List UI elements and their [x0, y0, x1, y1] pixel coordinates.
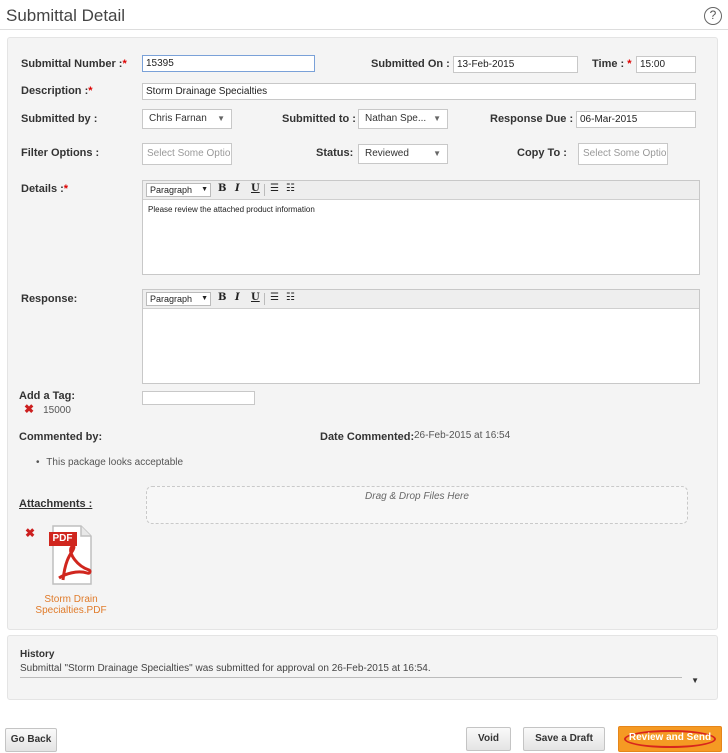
response-editor[interactable]: Paragraph ▼ B I U ☰ ☷ [142, 289, 700, 384]
file-name-line-2: Specialties.PDF [35, 605, 107, 616]
response-due-input[interactable]: 06-Mar-2015 [576, 111, 696, 128]
bullet-list-icon[interactable]: ☰ [270, 183, 279, 194]
underline-icon[interactable]: U [251, 292, 260, 303]
remove-tag-icon[interactable]: ✖ [24, 402, 34, 416]
toolbar-divider [264, 293, 265, 305]
copy-to-multiselect[interactable]: Select Some Optio [578, 143, 668, 165]
details-editor-content[interactable]: Please review the attached product infor… [148, 205, 315, 214]
void-button[interactable]: Void [466, 727, 511, 751]
chevron-down-icon[interactable]: ▼ [691, 676, 699, 685]
paragraph-format-value: Paragraph [150, 294, 193, 304]
submitted-on-label: Submitted On : * [371, 58, 457, 70]
paragraph-format-select[interactable]: Paragraph ▼ [146, 292, 211, 306]
filter-options-label: Filter Options : [21, 147, 100, 159]
chevron-down-icon: ▼ [201, 295, 208, 302]
bold-icon[interactable]: B [218, 292, 226, 303]
filter-options-multiselect[interactable]: Select Some Optio [142, 143, 232, 165]
paragraph-format-value: Paragraph [150, 185, 193, 195]
add-tag-input[interactable] [142, 391, 255, 405]
italic-icon[interactable]: I [235, 292, 240, 303]
response-label: Response: [21, 293, 78, 305]
details-editor[interactable]: Paragraph ▼ B I U ☰ ☷ Please review the … [142, 180, 700, 275]
numbered-list-icon[interactable]: ☷ [286, 183, 295, 194]
remove-attachment-icon[interactable]: ✖ [25, 526, 35, 540]
response-editor-toolbar: Paragraph ▼ B I U ☰ ☷ [143, 290, 699, 309]
description-input[interactable]: Storm Drainage Specialties [142, 83, 696, 100]
history-text: Submittal "Storm Drainage Specialties" w… [20, 663, 431, 674]
paragraph-format-select[interactable]: Paragraph ▼ [146, 183, 211, 197]
history-panel: History Submittal "Storm Drainage Specia… [7, 635, 718, 700]
date-commented-value: 26-Feb-2015 at 16:54 [414, 430, 511, 441]
response-due-label: Response Due : [490, 113, 574, 125]
comment-item: • This package looks acceptable [36, 457, 183, 468]
review-and-send-button[interactable]: Review and Send [618, 726, 722, 752]
history-divider [20, 677, 682, 678]
file-dropzone[interactable]: Drag & Drop Files Here [146, 486, 688, 524]
submitted-to-select[interactable]: Nathan Spe... ▼ [358, 109, 448, 129]
commented-by-label: Commented by: [19, 431, 103, 443]
time-input[interactable]: 15:00 [636, 56, 696, 73]
submittal-number-label: Submittal Number :* [21, 58, 127, 70]
date-commented-label: Date Commented: [320, 431, 415, 443]
bold-icon[interactable]: B [218, 183, 226, 194]
submittal-number-input[interactable]: 15395 [142, 55, 315, 72]
chevron-down-icon: ▼ [433, 114, 441, 123]
attachments-label: Attachments : [19, 498, 93, 510]
status-label: Status: [316, 147, 354, 159]
submitted-by-select[interactable]: Chris Farnan ▼ [142, 109, 232, 129]
toolbar-divider [264, 184, 265, 196]
submitted-to-value: Nathan Spe... [365, 113, 427, 124]
title-divider [0, 29, 728, 30]
chevron-down-icon: ▼ [433, 149, 441, 158]
numbered-list-icon[interactable]: ☷ [286, 292, 295, 303]
tag-item: ✖ 15000 [24, 402, 71, 416]
chevron-down-icon: ▼ [217, 114, 225, 123]
go-back-button[interactable]: Go Back [5, 728, 57, 752]
add-tag-label: Add a Tag: [19, 390, 76, 402]
details-editor-toolbar: Paragraph ▼ B I U ☰ ☷ [143, 181, 699, 200]
page-title: Submittal Detail [6, 6, 126, 25]
copy-to-label: Copy To : [517, 147, 567, 159]
review-and-send-label: Review and Send [628, 732, 712, 743]
bullet-icon: • [36, 457, 40, 468]
attachment-file-name[interactable]: Storm Drain Specialties.PDF [26, 594, 116, 616]
submitted-by-label: Submitted by : [21, 113, 98, 125]
time-label: Time : * [592, 58, 632, 70]
tag-label: 15000 [43, 405, 71, 416]
chevron-down-icon: ▼ [201, 186, 208, 193]
comment-text: This package looks acceptable [46, 457, 184, 468]
underline-icon[interactable]: U [251, 183, 260, 194]
details-label: Details :* [21, 183, 69, 195]
save-draft-button[interactable]: Save a Draft [523, 727, 605, 751]
status-select[interactable]: Reviewed ▼ [358, 144, 448, 164]
description-label: Description :* [21, 85, 93, 97]
help-icon[interactable]: ? [704, 7, 722, 25]
submitted-by-value: Chris Farnan [149, 113, 207, 124]
pdf-file-icon[interactable] [47, 522, 93, 588]
history-title: History [20, 649, 55, 660]
file-name-line-1: Storm Drain [44, 594, 98, 605]
status-value: Reviewed [365, 148, 409, 159]
italic-icon[interactable]: I [235, 183, 240, 194]
submitted-on-input[interactable]: 13-Feb-2015 [453, 56, 578, 73]
bullet-list-icon[interactable]: ☰ [270, 292, 279, 303]
submitted-to-label: Submitted to : [282, 113, 356, 125]
